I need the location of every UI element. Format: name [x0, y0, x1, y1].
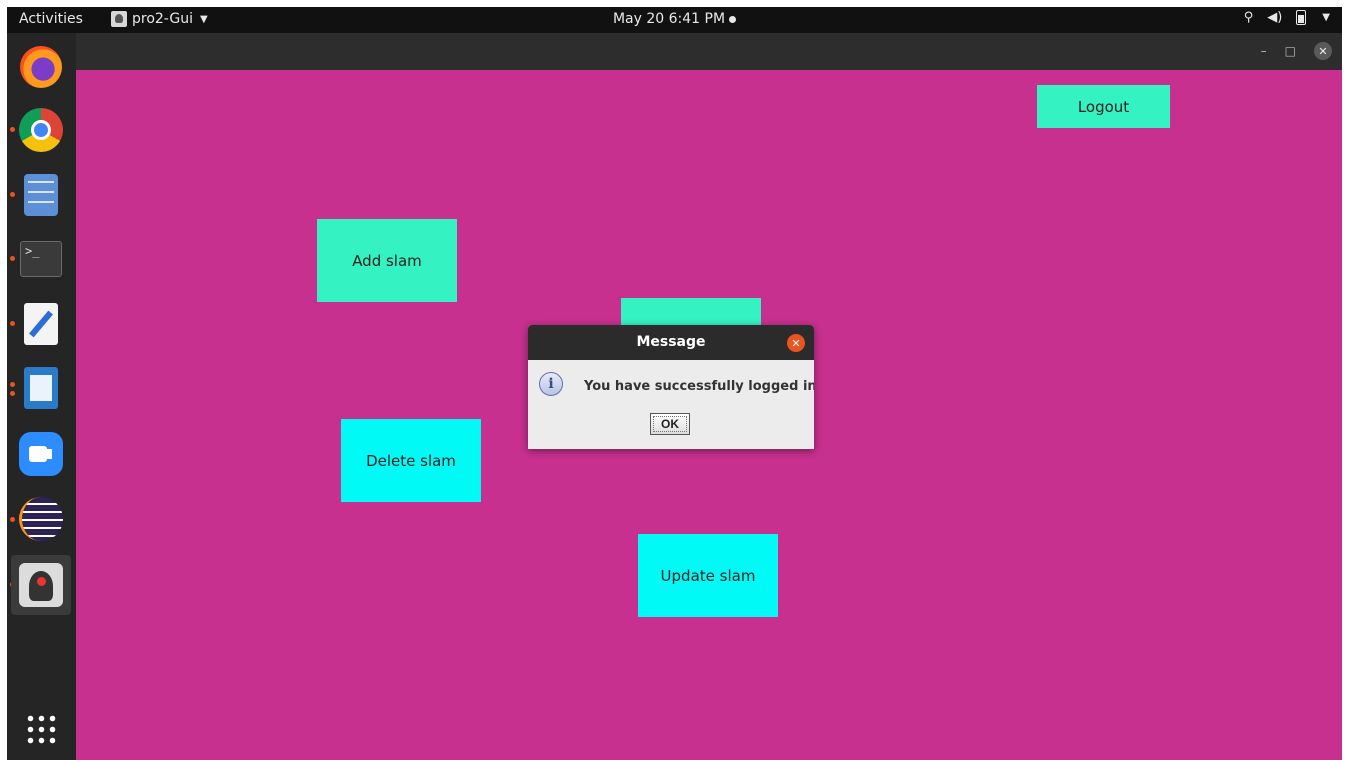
add-slam-button[interactable]: Add slam	[317, 219, 457, 302]
running-indicator	[10, 382, 15, 387]
running-indicator	[10, 127, 15, 132]
minimize-icon[interactable]: –	[1261, 44, 1267, 58]
eclipse-icon	[19, 497, 63, 541]
volume-icon: ◀)	[1267, 10, 1283, 25]
dock-terminal[interactable]: >_	[17, 235, 65, 283]
message-dialog: Message ✕ i You have successfully logged…	[528, 325, 814, 449]
running-indicator	[10, 321, 15, 326]
battery-icon	[1296, 10, 1307, 25]
ok-button[interactable]: OK	[650, 413, 690, 435]
clock-label: May 20 6:41 PM	[612, 11, 726, 27]
dock-firefox[interactable]	[17, 43, 65, 91]
running-indicator	[10, 256, 15, 261]
libreoffice-writer-icon	[24, 367, 58, 409]
dock: >_	[7, 33, 76, 760]
logout-button[interactable]: Logout	[1037, 85, 1170, 128]
running-indicator	[10, 391, 15, 396]
network-icon: ⚲	[1243, 10, 1254, 25]
dialog-message: You have successfully logged in	[584, 379, 814, 394]
show-applications-icon[interactable]	[25, 713, 57, 745]
delete-slam-button[interactable]: Delete slam	[341, 419, 481, 502]
top-bar: Activities pro2-Gui ▼ May 20 6:41 PM ⚲ ◀…	[7, 7, 1342, 33]
notification-dot-icon	[729, 15, 737, 23]
desktop-screen: Activities pro2-Gui ▼ May 20 6:41 PM ⚲ ◀…	[7, 7, 1342, 760]
dialog-titlebar[interactable]: Message ✕	[528, 325, 814, 360]
update-slam-button[interactable]: Update slam	[638, 534, 778, 617]
dock-files[interactable]	[17, 171, 65, 219]
java-duke-icon	[19, 563, 63, 607]
firefox-icon	[20, 46, 62, 88]
close-icon[interactable]: ✕	[1314, 42, 1332, 60]
dock-writer[interactable]	[17, 364, 65, 412]
info-icon: i	[539, 372, 563, 396]
dock-eclipse[interactable]	[17, 495, 65, 543]
clock[interactable]: May 20 6:41 PM	[7, 11, 1342, 27]
running-indicator	[10, 517, 15, 522]
running-indicator	[10, 192, 15, 197]
dock-zoom[interactable]	[17, 430, 65, 478]
dock-text-editor[interactable]	[17, 300, 65, 348]
window-titlebar[interactable]: – □ ✕	[76, 33, 1342, 70]
dialog-close-icon[interactable]: ✕	[787, 334, 805, 352]
files-icon	[24, 174, 58, 216]
terminal-icon: >_	[20, 241, 62, 277]
chrome-icon	[19, 108, 63, 152]
dock-java-app[interactable]	[11, 555, 71, 615]
maximize-icon[interactable]: □	[1285, 44, 1296, 58]
system-tray[interactable]: ⚲ ◀) ▼	[1244, 10, 1330, 25]
app-window: – □ ✕ Logout Add slam Delete slam Update…	[76, 33, 1342, 760]
dock-chrome[interactable]	[17, 106, 65, 154]
window-controls: – □ ✕	[1261, 42, 1332, 60]
dialog-title: Message	[636, 334, 706, 350]
text-editor-icon	[24, 303, 58, 345]
zoom-icon	[19, 432, 63, 476]
system-menu-icon: ▼	[1322, 12, 1330, 23]
